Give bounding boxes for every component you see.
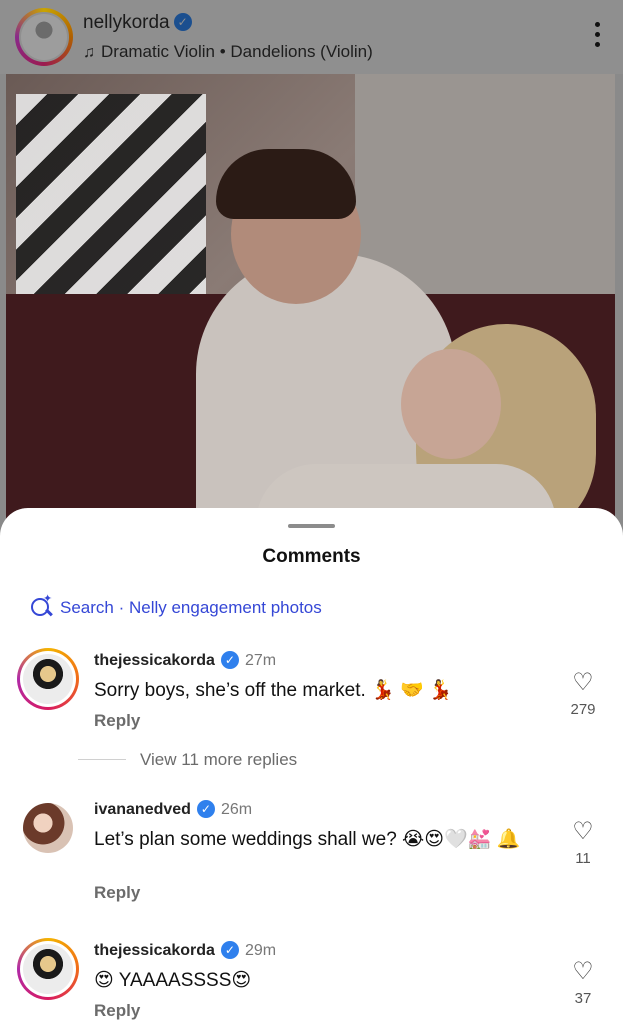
commenter-username[interactable]: ivananedved xyxy=(94,801,191,818)
commenter-username[interactable]: thejessicakorda xyxy=(94,942,215,959)
commenter-username[interactable]: thejessicakorda xyxy=(94,652,215,669)
commenter-avatar[interactable] xyxy=(17,797,79,859)
audio-label[interactable]: Dramatic Violin • Dandelions (Violin) xyxy=(101,42,373,61)
comment-text: 😍 YAAAASSSS😍 xyxy=(94,970,252,991)
commenter-avatar[interactable] xyxy=(17,938,79,1000)
commenter-header: thejessicakorda ✓ 29m xyxy=(94,941,276,960)
verified-icon: ✓ xyxy=(173,13,192,31)
commenter-header: ivananedved ✓ 26m xyxy=(94,800,252,819)
commenter-header: thejessicakorda ✓ 27m xyxy=(94,651,276,670)
username-text[interactable]: nellykorda xyxy=(83,12,170,33)
heart-icon[interactable]: ♡ xyxy=(563,960,603,984)
reply-button[interactable]: Reply xyxy=(94,1001,140,1021)
like-count: 279 xyxy=(570,701,596,718)
like-button[interactable]: ♡ 37 xyxy=(563,960,603,1008)
comment-text: Let’s plan some weddings shall we? 😭😍🤍💒 … xyxy=(94,829,521,850)
author-username[interactable]: nellykorda ✓ xyxy=(83,12,192,34)
post-header: nellykorda ✓ ♫ Dramatic Violin • Dandelion… xyxy=(0,0,623,74)
more-options-icon[interactable] xyxy=(595,22,601,50)
comment-text: Sorry boys, she’s off the market. 💃 🤝 💃 xyxy=(94,680,453,701)
music-note-icon: ♫ xyxy=(83,44,95,61)
comment-time: 29m xyxy=(244,942,277,959)
like-button[interactable]: ♡ 11 xyxy=(563,820,603,868)
view-more-replies-button[interactable]: View 11 more replies xyxy=(78,750,297,770)
commenter-avatar[interactable] xyxy=(17,648,79,710)
sheet-title: Comments xyxy=(262,546,361,567)
divider xyxy=(78,759,126,760)
comment-time: 27m xyxy=(244,652,277,669)
audio-track[interactable]: ♫ Dramatic Violin • Dandelions (Violin) xyxy=(83,42,373,62)
drag-handle[interactable] xyxy=(288,524,335,528)
comment-time: 26m xyxy=(220,801,253,818)
search-suggestion-link[interactable]: ✦ Search · Nelly engagement photos xyxy=(30,593,322,618)
heart-icon[interactable]: ♡ xyxy=(563,820,603,844)
comments-sheet: Comments ✦ Search · Nelly engagement phot… xyxy=(0,508,623,1024)
post-photo[interactable] xyxy=(6,74,615,524)
view-more-replies-label[interactable]: View 11 more replies xyxy=(140,750,297,769)
reply-button[interactable]: Reply xyxy=(94,711,140,731)
author-avatar[interactable] xyxy=(15,8,73,66)
verified-icon: ✓ xyxy=(220,651,239,669)
verified-icon: ✓ xyxy=(196,800,215,818)
reply-button[interactable]: Reply xyxy=(94,883,140,903)
heart-icon[interactable]: ♡ xyxy=(563,671,603,695)
search-sparkle-icon: ✦ xyxy=(30,593,53,618)
like-count: 37 xyxy=(574,990,592,1007)
verified-icon: ✓ xyxy=(220,941,239,959)
search-suggestion-label[interactable]: Search · Nelly engagement photos xyxy=(60,598,322,617)
like-button[interactable]: ♡ 279 xyxy=(563,671,603,719)
like-count: 11 xyxy=(575,850,591,867)
